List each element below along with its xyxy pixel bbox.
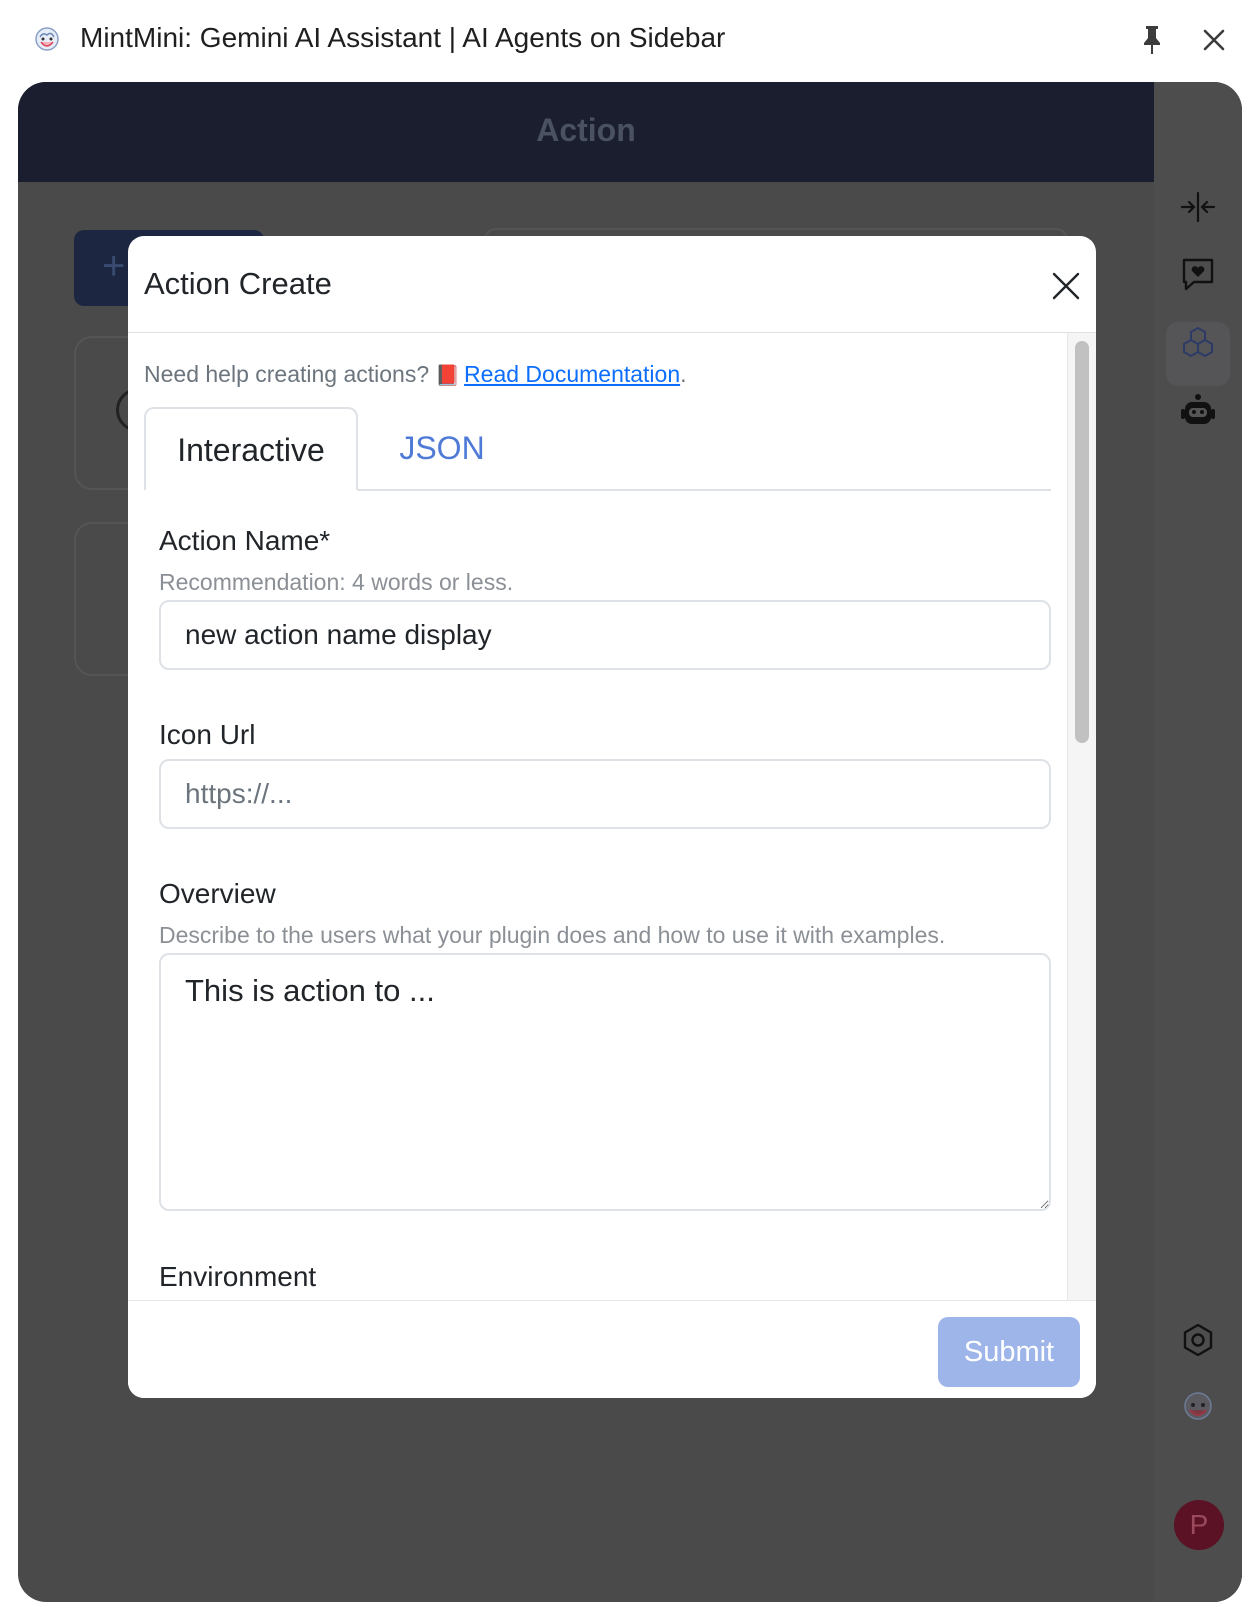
icon-url-label: Icon Url: [159, 719, 256, 750]
mintmini-logo-icon[interactable]: [1176, 1386, 1220, 1430]
tab-interactive[interactable]: Interactive: [144, 407, 358, 491]
collapse-icon[interactable]: [1176, 185, 1220, 229]
tabs: Interactive JSON: [144, 407, 1051, 491]
overview-label: Overview: [159, 878, 276, 909]
book-icon: 📕: [435, 365, 461, 387]
help-suffix: .: [680, 361, 687, 387]
window-title: MintMini: Gemini AI Assistant | AI Agent…: [80, 22, 726, 53]
chat-heart-icon[interactable]: [1176, 252, 1220, 296]
icon-url-input[interactable]: [159, 759, 1051, 829]
modal-header: Action Create: [128, 236, 1096, 333]
overview-textarea[interactable]: [159, 953, 1051, 1211]
overview-hint: Describe to the users what your plugin d…: [159, 922, 946, 948]
submit-button[interactable]: Submit: [938, 1317, 1080, 1387]
boxes-icon[interactable]: [1176, 322, 1220, 366]
action-name-label: Action Name*: [159, 525, 331, 556]
main-header: Action: [18, 82, 1154, 182]
read-documentation-link[interactable]: Read Documentation: [464, 361, 680, 387]
action-name-hint: Recommendation: 4 words or less.: [159, 569, 514, 595]
mintmini-logo-icon: [35, 27, 59, 51]
help-prefix: Need help creating actions?: [144, 361, 430, 387]
help-text: Need help creating actions? 📕 Read Documen…: [144, 361, 687, 388]
modal-scrollbar[interactable]: [1067, 333, 1096, 1300]
action-create-modal: Action Create Need help creating actions…: [128, 236, 1096, 1398]
window-titlebar: MintMini: Gemini AI Assistant | AI Agent…: [0, 0, 1252, 80]
tab-json[interactable]: JSON: [372, 407, 512, 489]
modal-body: Need help creating actions? 📕 Read Documen…: [128, 333, 1096, 1300]
main-header-title: Action: [536, 112, 636, 148]
plus-icon: +: [102, 244, 126, 288]
user-avatar[interactable]: P: [1174, 1500, 1224, 1550]
modal-title: Action Create: [144, 266, 332, 301]
right-rail: P: [1154, 82, 1242, 1602]
pin-icon[interactable]: [1138, 24, 1166, 56]
modal-footer: Submit: [128, 1300, 1096, 1398]
window-close-icon[interactable]: [1198, 24, 1230, 56]
action-name-input[interactable]: [159, 600, 1051, 670]
settings-hexagon-icon[interactable]: [1176, 1318, 1220, 1362]
close-icon[interactable]: [1046, 266, 1086, 306]
environment-label: Environment: [159, 1261, 317, 1292]
robot-icon[interactable]: [1176, 390, 1220, 434]
modal-scrollbar-thumb[interactable]: [1075, 341, 1089, 743]
